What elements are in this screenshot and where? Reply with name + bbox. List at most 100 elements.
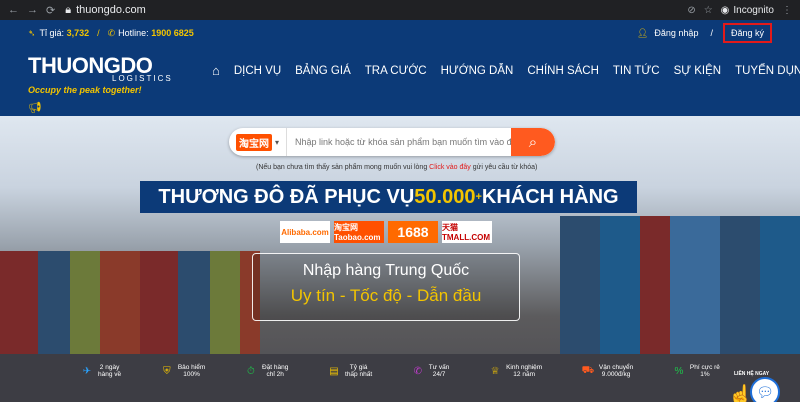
site-name: 淘宝网 <box>235 133 272 151</box>
megaphone-icon[interactable]: 📢︎ <box>28 101 42 114</box>
feature-icon: % <box>674 365 684 377</box>
feature-item: ♕ Kinh nghiệm 12 năm <box>488 364 543 378</box>
contact-widget[interactable]: 💬︎ ☝ LIÊN HỆ NGAY <box>724 371 784 402</box>
rate-value: 3,732 <box>66 28 90 38</box>
feature-line2: chỉ 2h <box>266 371 284 378</box>
browser-bar: ← → ⟳ 🔒︎ thuongdo.com ⊘ ☆ ◉ Incognito ⋮ <box>0 0 800 20</box>
brand-logos: Alibaba.com 淘宝网 Taobao.com 1688 天猫 TMALL… <box>280 221 492 243</box>
main-nav: THUONGDO LOGISTICS Occupy the peak toget… <box>0 46 800 116</box>
incognito-badge[interactable]: ◉ Incognito <box>721 5 774 16</box>
menu-dots-icon[interactable]: ⋮ <box>782 5 792 16</box>
feature-line1: 2 ngày <box>99 364 120 371</box>
menu-item-tin-tuc[interactable]: TIN TỨC <box>606 65 667 77</box>
feature-line2: 1% <box>700 371 710 378</box>
customer-banner: THƯƠNG ĐÔ ĐÃ PHỤC VỤ 50.000 + KHÁCH HÀNG <box>140 181 637 213</box>
slogan-card: Nhập hàng Trung Quốc Uy tín - Tốc độ - D… <box>252 253 520 321</box>
feature-icon: ♕ <box>490 365 500 377</box>
url-text: thuongdo.com <box>76 4 146 16</box>
feature-line1: Đặt hàng <box>261 364 289 371</box>
banner-pre: THƯƠNG ĐÔ ĐÃ PHỤC VỤ <box>158 185 415 208</box>
feature-line1: Kinh nghiệm <box>506 364 543 371</box>
slogan-line2: Uy tín - Tốc độ - Dẫn đầu <box>290 286 482 305</box>
star-icon[interactable]: ☆ <box>704 5 713 16</box>
user-icon: 👤︎ <box>636 27 649 38</box>
logo[interactable]: THUONGDO LOGISTICS Occupy the peak toget… <box>28 53 173 96</box>
menu-item-dich-vu[interactable]: DỊCH VỤ <box>227 65 288 77</box>
forward-icon[interactable]: → <box>27 4 38 17</box>
search-input[interactable]: Nhập link hoặc từ khóa sản phẩm bạn muốn… <box>287 137 511 147</box>
home-icon[interactable]: ⌂ <box>205 63 227 78</box>
brand-1688-label: 1688 <box>397 224 429 240</box>
brand-taobao[interactable]: 淘宝网 Taobao.com <box>334 221 384 243</box>
menu-item-tra-cuoc[interactable]: TRA CƯỚC <box>358 65 434 77</box>
phone-icon: ✆ <box>107 27 116 38</box>
feature-text: Đặt hàng chỉ 2h <box>262 364 288 378</box>
container-stack-right <box>560 216 800 356</box>
feature-text: Tỷ giá thấp nhất <box>345 364 372 378</box>
incognito-label: Incognito <box>733 4 774 16</box>
container-stack-left <box>0 251 260 356</box>
note-text-end: gửi yêu cầu từ khóa) <box>470 164 538 171</box>
rate-label: Tỉ giá: <box>39 28 65 38</box>
brand-alibaba[interactable]: Alibaba.com <box>280 221 330 243</box>
menu-item-su-kien[interactable]: SỰ KIỆN <box>667 65 729 77</box>
feature-line2: 100% <box>183 371 200 378</box>
feature-item: ⏱ Đặt hàng chỉ 2h <box>244 364 288 378</box>
chevron-down-icon: ▾ <box>274 137 279 147</box>
eye-off-icon[interactable]: ⊘ <box>687 5 695 16</box>
incognito-icon: ◉ <box>720 4 730 16</box>
feature-line2: thấp nhất <box>345 371 373 378</box>
feature-icon: ✆ <box>413 365 422 377</box>
back-icon[interactable]: ← <box>8 4 19 17</box>
search-bar: 淘宝网 ▾ Nhập link hoặc từ khóa sản phẩm bạ… <box>229 128 555 156</box>
feature-item: ▤ Tỷ giá thấp nhất <box>327 364 372 378</box>
rate-icon: ➴ <box>28 27 36 38</box>
feature-icon: ⛟ <box>581 364 595 376</box>
note-text: (Nếu bạn chưa tìm thấy sản phẩm mong muố… <box>256 164 430 171</box>
feature-icon: ⛨ <box>163 365 171 377</box>
feature-list: ✈ 2 ngày hàng về ⛨ Bảo hiểm 100% ⏱ Đặt hàng chỉ … <box>80 364 720 378</box>
site-select[interactable]: 淘宝网 ▾ <box>229 128 287 156</box>
feature-line1: Vận chuyển <box>598 364 634 371</box>
register-link[interactable]: Đăng ký <box>722 23 772 43</box>
hotline-value[interactable]: 1900 6825 <box>151 28 194 38</box>
login-link[interactable]: Đăng nhập <box>654 28 698 38</box>
brand-tmall[interactable]: 天猫 TMALL.COM <box>442 221 492 243</box>
banner-post: KHÁCH HÀNG <box>481 185 619 208</box>
menu: ⌂ DỊCH VỤ BẢNG GIÁ TRA CƯỚC HƯỚNG DẪN CH… <box>205 63 800 78</box>
brand-1688[interactable]: 1688 <box>388 221 438 243</box>
brand-alibaba-label: Alibaba.com <box>281 227 329 237</box>
menu-item-bang-gia[interactable]: BẢNG GIÁ <box>288 65 358 77</box>
brand-taobao-label: 淘宝网 Taobao.com <box>334 223 381 242</box>
address-bar[interactable]: 🔒︎ thuongdo.com <box>65 4 146 17</box>
feature-icon: ⏱ <box>247 365 255 377</box>
logo-name: THUONGDO <box>28 53 153 78</box>
feature-text: Tư vấn 24/7 <box>429 364 450 378</box>
ground <box>0 354 800 402</box>
hand-icon: ☝ <box>728 385 753 402</box>
search-icon: ⌕ <box>528 133 538 151</box>
menu-item-tuyen-dung[interactable]: TUYỂN DỤNG <box>728 65 800 77</box>
divider: / <box>97 28 100 38</box>
auth-separator: / <box>710 28 713 38</box>
feature-item: ⛨ Bảo hiểm 100% <box>160 364 205 378</box>
contact-label: LIÊN HỆ NGAY <box>734 371 770 377</box>
browser-nav: ← → ⟳ <box>8 4 55 17</box>
banner-number: 50.000 <box>414 185 476 208</box>
feature-text: Bảo hiểm 100% <box>178 364 205 378</box>
note-link[interactable]: Click vào đây <box>429 164 471 171</box>
search-button[interactable]: ⌕ <box>511 128 555 156</box>
slogan-line1: Nhập hàng Trung Quốc <box>302 262 470 279</box>
menu-item-huong-dan[interactable]: HƯỚNG DẪN <box>434 65 521 77</box>
feature-text: 2 ngày hàng về <box>98 364 121 378</box>
feature-line2: 24/7 <box>432 371 446 378</box>
logo-slogan: Occupy the peak together! <box>28 85 142 95</box>
chat-icon: 💬︎ <box>750 377 780 402</box>
menu-item-chinh-sach[interactable]: CHÍNH SÁCH <box>520 65 606 77</box>
feature-line2: hàng về <box>98 371 122 378</box>
top-info-bar: ➴ Tỉ giá: 3,732 / ✆ Hotline: 1900 6825 👤… <box>0 20 800 46</box>
reload-icon[interactable]: ⟳ <box>46 4 55 17</box>
hotline-label: Hotline: <box>118 28 149 38</box>
feature-icon: ✈ <box>82 365 92 377</box>
feature-text: Vận chuyển 9.000đ/kg <box>599 364 633 378</box>
